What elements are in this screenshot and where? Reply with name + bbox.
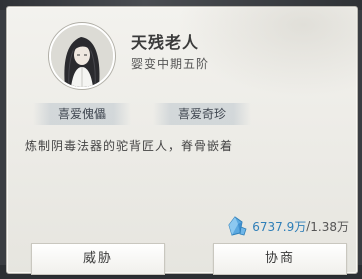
npc-portrait-icon <box>51 25 113 87</box>
currency-max-value: 1.38万 <box>310 219 349 234</box>
npc-info-panel: 天残老人 婴变中期五阶 喜爱傀儡 喜爱奇珍 炼制阴毒法器的驼背匠人，脊骨嵌着 6… <box>6 6 358 275</box>
currency-current-value: 6737.9万 <box>252 219 307 234</box>
npc-name: 天残老人 <box>131 33 200 52</box>
currency-display: 6737.9万 / 1.38万 <box>226 215 349 237</box>
npc-avatar <box>49 23 115 89</box>
negotiate-button[interactable]: 协商 <box>213 243 347 275</box>
threaten-button[interactable]: 威胁 <box>31 243 165 275</box>
npc-description: 炼制阴毒法器的驼背匠人，脊骨嵌着 <box>25 139 234 153</box>
npc-realm: 婴变中期五阶 <box>131 57 210 71</box>
crystal-icon <box>228 216 247 236</box>
preference-tag-treasure: 喜爱奇珍 <box>153 103 251 125</box>
preference-tag-puppet: 喜爱傀儡 <box>33 103 131 125</box>
